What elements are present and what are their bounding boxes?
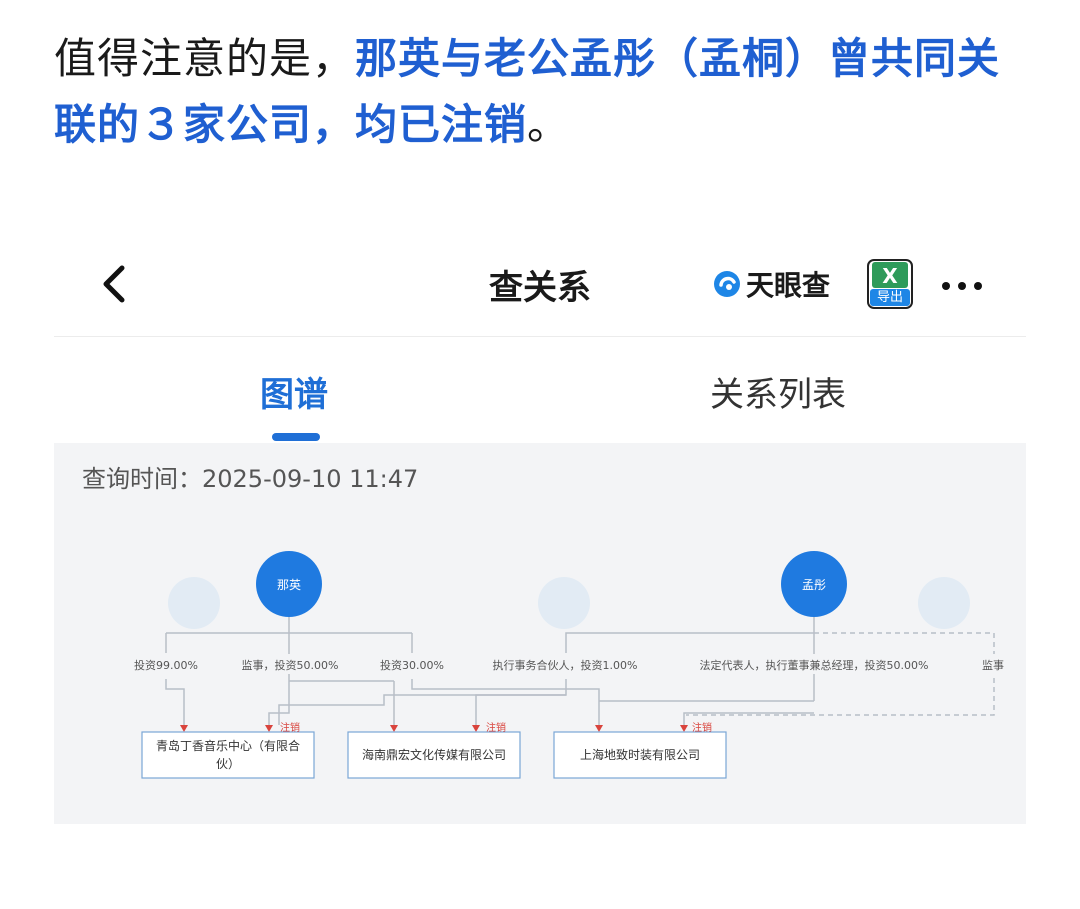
article-text-end: 。 [527, 100, 571, 149]
export-button[interactable]: X 导出 [866, 258, 914, 310]
relation-labels: 投资99.00% 监事，投资50.00% 投资30.00% 执行事务合伙人，投资… [128, 654, 1014, 674]
embedded-screenshot: 查关系 天眼查 X 导出 图谱 关系列表 查询时间：2025-09-10 11:… [54, 232, 1026, 824]
tab-relation-list[interactable]: 关系列表 [710, 367, 846, 416]
relation-graph: 查询时间：2025-09-10 11:47 那英 孟彤 投资99.00% 监事，… [54, 443, 1026, 824]
company-node-shanghai[interactable]: 上海地致时装有限公司 注销 [553, 721, 727, 779]
company-name: 上海地致时装有限公司 [580, 747, 700, 762]
company-name: 海南鼎宏文化传媒有限公司 [362, 747, 506, 762]
status-badge: 注销 [486, 721, 506, 734]
tab-graph[interactable]: 图谱 [260, 367, 328, 416]
relation-label: 监事 [982, 659, 1004, 672]
more-dot-icon [958, 282, 966, 290]
chevron-left-icon [103, 265, 125, 303]
back-button[interactable] [96, 262, 136, 306]
company-node-qingdao[interactable]: 青岛丁香音乐中心（有限合 伙） 注销 [141, 721, 315, 779]
more-dot-icon [942, 282, 950, 290]
more-dot-icon [974, 282, 982, 290]
relation-arrows [180, 725, 688, 732]
more-menu-button[interactable] [942, 282, 982, 290]
tianyancha-logo-icon [714, 271, 740, 297]
company-name: 青岛丁香音乐中心（有限合 [156, 738, 300, 753]
page-title: 查关系 [489, 268, 591, 308]
relation-label: 监事，投资50.00% [242, 658, 339, 672]
relation-label: 法定代表人，执行董事兼总经理，投资50.00% [700, 658, 929, 672]
article-text-plain: 值得注意的是， [54, 34, 356, 83]
brand-name: 天眼查 [746, 269, 831, 302]
person-name: 孟彤 [802, 578, 826, 592]
person-node-naying[interactable]: 那英 [256, 551, 322, 617]
relation-label: 投资30.00% [380, 658, 444, 672]
status-badge: 注销 [280, 721, 300, 734]
tab-active-indicator [272, 433, 320, 441]
company-name-line2: 伙） [216, 757, 240, 771]
relation-label: 投资99.00% [134, 658, 198, 672]
tab-bar: 图谱 关系列表 [54, 337, 1026, 443]
company-node-hainan[interactable]: 海南鼎宏文化传媒有限公司 注销 [347, 721, 521, 779]
person-name: 那英 [277, 578, 301, 592]
relation-graph-canvas: 那英 孟彤 投资99.00% 监事，投资50.00% 投资30.00% 执行事务… [128, 551, 1014, 779]
nav-bar: 查关系 天眼查 X 导出 [54, 232, 1026, 337]
relation-label: 执行事务合伙人，投资1.00% [493, 658, 638, 672]
brand-logo: 天眼查 [712, 266, 830, 302]
article-paragraph: 值得注意的是，那英与老公孟彤（孟桐）曾共同关联的３家公司，均已注销。 [54, 26, 1034, 158]
svg-text:X: X [882, 264, 898, 288]
person-node-mengtong[interactable]: 孟彤 [781, 551, 847, 617]
status-badge: 注销 [692, 721, 712, 734]
export-label: 导出 [876, 290, 903, 305]
